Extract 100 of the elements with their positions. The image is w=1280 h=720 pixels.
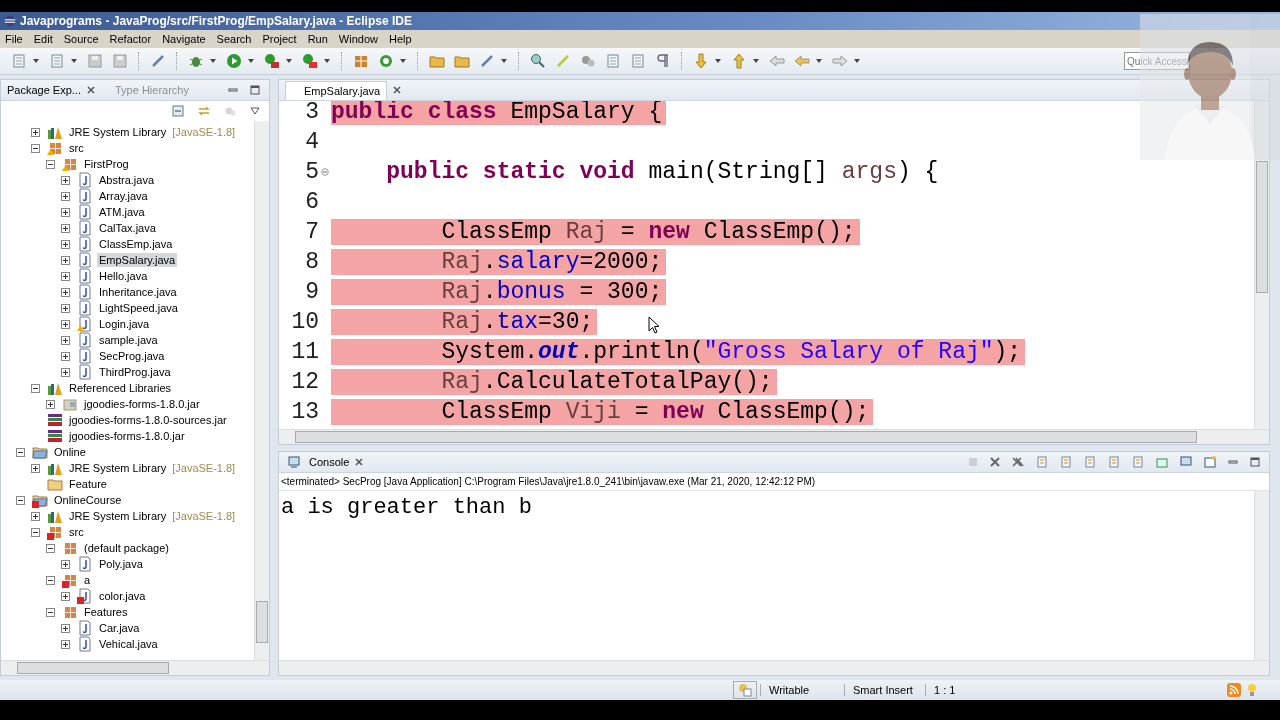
menu-item[interactable]: Search <box>215 33 260 45</box>
tree-item[interactable]: OnlineCourse <box>52 493 124 507</box>
tree-item[interactable]: color.java <box>97 589 148 603</box>
expander-icon[interactable] <box>31 383 40 393</box>
tree-item[interactable]: Vehical.java <box>97 637 160 651</box>
scrollbar[interactable] <box>1254 101 1269 429</box>
minimize-icon[interactable] <box>228 85 238 95</box>
expander-icon[interactable] <box>31 143 40 153</box>
package-icon[interactable] <box>353 53 369 69</box>
tree-item[interactable]: src <box>67 525 86 539</box>
expander-icon[interactable] <box>61 287 70 297</box>
expander-icon[interactable] <box>61 591 70 601</box>
expander-icon[interactable] <box>46 607 55 617</box>
caret-icon[interactable] <box>324 59 330 63</box>
pilcrow-icon[interactable] <box>655 53 671 69</box>
menu-item[interactable]: Window <box>337 33 386 45</box>
caret-icon[interactable] <box>753 59 759 63</box>
tree-item[interactable]: sample.java <box>97 333 160 347</box>
expander-icon[interactable] <box>61 207 70 217</box>
caret-icon[interactable] <box>854 59 860 63</box>
expander-icon[interactable] <box>46 399 55 409</box>
expander-icon[interactable] <box>61 639 70 649</box>
play-icon[interactable] <box>226 53 242 69</box>
caret-icon[interactable] <box>286 59 292 63</box>
expander-icon[interactable] <box>46 159 55 169</box>
scrollbar[interactable] <box>1 660 269 675</box>
menu-item[interactable]: Help <box>388 33 420 45</box>
search-icon[interactable] <box>530 53 546 69</box>
remove-all-icon[interactable] <box>1012 457 1024 467</box>
tree-item[interactable]: JRE System Library <box>67 509 169 523</box>
scrollbar[interactable] <box>1254 491 1269 660</box>
expander-icon[interactable] <box>31 127 40 137</box>
expander-icon[interactable] <box>61 559 70 569</box>
tree-item[interactable]: JRE System Library <box>67 125 169 139</box>
tree-item[interactable]: jgoodies-forms-1.8.0.jar <box>67 429 187 443</box>
menu-item[interactable]: Project <box>261 33 305 45</box>
tree-item[interactable]: CalTax.java <box>97 221 158 235</box>
tree-item[interactable]: Array.java <box>97 189 150 203</box>
collapse-all-icon[interactable] <box>172 105 184 117</box>
tree-item[interactable]: Features <box>82 605 130 619</box>
tree-item[interactable]: Car.java <box>97 621 142 635</box>
pencil-icon[interactable] <box>479 53 495 69</box>
expander-icon[interactable] <box>61 623 70 633</box>
expander-icon[interactable] <box>61 191 70 201</box>
maximize-icon[interactable] <box>1250 457 1260 467</box>
tree-item[interactable]: Referenced Libraries <box>67 381 174 395</box>
tree-item[interactable]: ATM.java <box>97 205 147 219</box>
menu-item[interactable]: Run <box>306 33 336 45</box>
tree-item[interactable]: Feature <box>67 477 109 491</box>
gears-icon[interactable] <box>580 53 596 69</box>
caret-icon[interactable] <box>816 59 822 63</box>
caret-icon[interactable] <box>248 59 254 63</box>
expander-icon[interactable] <box>61 335 70 345</box>
tree-item[interactable]: jgoodies-forms-1.8.0-sources.jar <box>67 413 229 427</box>
expander-icon[interactable] <box>61 175 70 185</box>
tree-item[interactable]: ThirdProg.java <box>97 365 173 379</box>
view-tab[interactable]: Package Exp... <box>7 84 81 96</box>
tree-item[interactable]: (default package) <box>82 541 171 555</box>
minimize-icon[interactable] <box>1228 457 1238 467</box>
expander-icon[interactable] <box>61 255 70 265</box>
expander-icon[interactable] <box>31 511 40 521</box>
tree-item[interactable]: LightSpeed.java <box>97 301 180 315</box>
expander-icon[interactable] <box>61 351 70 361</box>
expander-icon[interactable] <box>46 575 55 585</box>
expander-icon[interactable] <box>61 239 70 249</box>
expander-icon[interactable] <box>61 367 70 377</box>
expander-icon[interactable] <box>61 223 70 233</box>
expander-icon[interactable] <box>31 527 40 537</box>
quick-access-field[interactable]: Quick Access <box>1124 52 1190 70</box>
menu-item[interactable]: Refactor <box>108 33 160 45</box>
close-icon[interactable] <box>393 86 402 94</box>
expander-icon[interactable] <box>16 495 25 505</box>
tree-item[interactable]: Hello.java <box>97 269 150 283</box>
play-box-icon[interactable] <box>302 53 318 69</box>
tree-item[interactable]: FirstProg <box>82 157 131 171</box>
play-box-icon[interactable] <box>264 53 280 69</box>
scrollbar[interactable] <box>279 660 1269 675</box>
tree-item[interactable]: ClassEmp.java <box>97 237 175 251</box>
caret-icon[interactable] <box>33 59 39 63</box>
expander-icon[interactable] <box>16 447 25 457</box>
editor-tab[interactable]: EmpSalary.java <box>285 80 388 100</box>
maximize-icon[interactable] <box>250 85 260 95</box>
down-arrow-icon[interactable] <box>693 53 709 69</box>
tree-item[interactable]: Login.java <box>97 317 152 331</box>
caret-icon[interactable] <box>71 59 77 63</box>
tree-item[interactable]: a <box>82 573 93 587</box>
tree-item[interactable]: EmpSalary.java <box>97 253 178 267</box>
menu-item[interactable]: File <box>4 33 31 45</box>
up-arrow-icon[interactable] <box>731 53 747 69</box>
expander-icon[interactable] <box>31 463 40 473</box>
expander-icon[interactable] <box>61 303 70 313</box>
tree-item[interactable]: jgoodies-forms-1.8.0.jar <box>82 397 202 411</box>
remove-icon[interactable] <box>990 457 1000 467</box>
tree-item[interactable]: JRE System Library <box>67 461 169 475</box>
scrollbar[interactable] <box>279 429 1269 444</box>
caret-icon[interactable] <box>210 59 216 63</box>
close-icon[interactable] <box>355 458 364 466</box>
caret-icon[interactable] <box>400 59 406 63</box>
tree-item[interactable]: Abstra.java <box>97 173 157 187</box>
tree-item[interactable]: SecProg.java <box>97 349 167 363</box>
